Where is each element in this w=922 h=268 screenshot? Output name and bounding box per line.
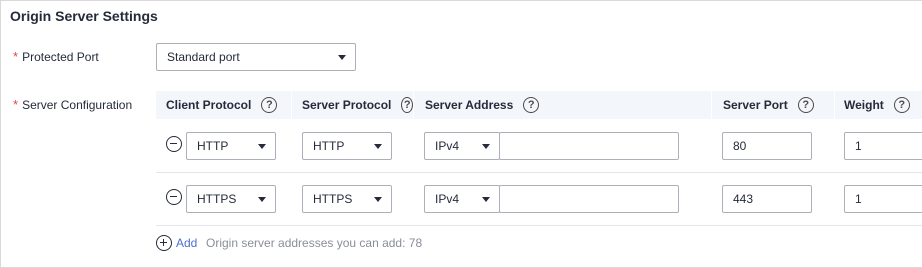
ip-version-value: IPv4 — [435, 192, 460, 206]
ip-version-select[interactable]: IPv4 — [424, 185, 500, 213]
protected-port-label-text: Protected Port — [22, 50, 99, 64]
row-divider — [156, 225, 922, 226]
weight-value: 1 — [855, 192, 862, 206]
server-port-input[interactable]: 443 — [722, 185, 812, 213]
weight-value: 1 — [855, 139, 862, 153]
header-server-port: Server Port ? — [723, 97, 814, 113]
server-port-input[interactable]: 80 — [722, 132, 812, 160]
header-client-protocol: Client Protocol ? — [166, 97, 278, 113]
protected-port-value: Standard port — [167, 50, 240, 64]
server-protocol-select[interactable]: HTTP — [302, 132, 392, 160]
column-divider — [291, 91, 292, 119]
protected-port-select[interactable]: Standard port — [156, 43, 356, 71]
client-protocol-select[interactable]: HTTP — [186, 132, 276, 160]
header-client-protocol-text: Client Protocol — [166, 98, 252, 112]
column-divider — [413, 91, 414, 119]
column-divider — [834, 91, 835, 119]
header-weight: Weight ? — [844, 97, 910, 113]
header-server-address: Server Address ? — [425, 97, 540, 113]
help-icon[interactable]: ? — [261, 97, 278, 113]
server-port-value: 443 — [733, 192, 754, 206]
client-protocol-value: HTTPS — [197, 192, 237, 206]
client-protocol-select[interactable]: HTTPS — [186, 185, 276, 213]
header-weight-text: Weight — [844, 98, 884, 112]
add-limit-hint: Origin server addresses you can add: 78 — [206, 236, 423, 250]
header-server-address-text: Server Address — [425, 98, 514, 112]
help-icon[interactable]: ? — [893, 97, 910, 113]
chevron-down-icon — [258, 144, 266, 149]
chevron-down-icon — [482, 197, 490, 202]
help-icon[interactable]: ? — [401, 97, 413, 113]
weight-input[interactable]: 1 — [844, 132, 922, 160]
protected-port-label: * Protected Port — [13, 49, 99, 64]
remove-row-icon[interactable] — [166, 189, 182, 205]
server-protocol-value: HTTPS — [313, 192, 353, 206]
client-protocol-value: HTTP — [197, 139, 229, 153]
column-divider — [711, 91, 712, 119]
header-server-port-text: Server Port — [723, 98, 788, 112]
remove-row-icon[interactable] — [166, 136, 182, 152]
ip-version-value: IPv4 — [435, 139, 460, 153]
add-server-button[interactable]: Add — [176, 236, 197, 250]
weight-input[interactable]: 1 — [844, 185, 922, 213]
server-address-input[interactable] — [499, 132, 679, 160]
help-icon[interactable]: ? — [797, 97, 814, 113]
server-address-input[interactable] — [499, 185, 679, 213]
chevron-down-icon — [258, 197, 266, 202]
row-divider — [156, 172, 922, 173]
section-title: Origin Server Settings — [10, 8, 158, 24]
server-protocol-value: HTTP — [313, 139, 345, 153]
chevron-down-icon — [338, 55, 346, 60]
help-icon[interactable]: ? — [523, 97, 540, 113]
chevron-down-icon — [374, 197, 382, 202]
server-protocol-select[interactable]: HTTPS — [302, 185, 392, 213]
origin-server-settings-panel: Origin Server Settings * Protected Port S… — [0, 0, 922, 268]
chevron-down-icon — [374, 144, 382, 149]
server-configuration-label-text: Server Configuration — [22, 98, 133, 112]
header-server-protocol: Server Protocol ? — [302, 97, 413, 113]
ip-version-select[interactable]: IPv4 — [424, 132, 500, 160]
required-mark: * — [13, 49, 19, 64]
add-circle-icon[interactable] — [156, 235, 172, 251]
chevron-down-icon — [482, 144, 490, 149]
server-configuration-label: * Server Configuration — [13, 97, 132, 112]
header-server-protocol-text: Server Protocol — [302, 98, 392, 112]
server-port-value: 80 — [733, 139, 747, 153]
required-mark: * — [13, 97, 19, 112]
